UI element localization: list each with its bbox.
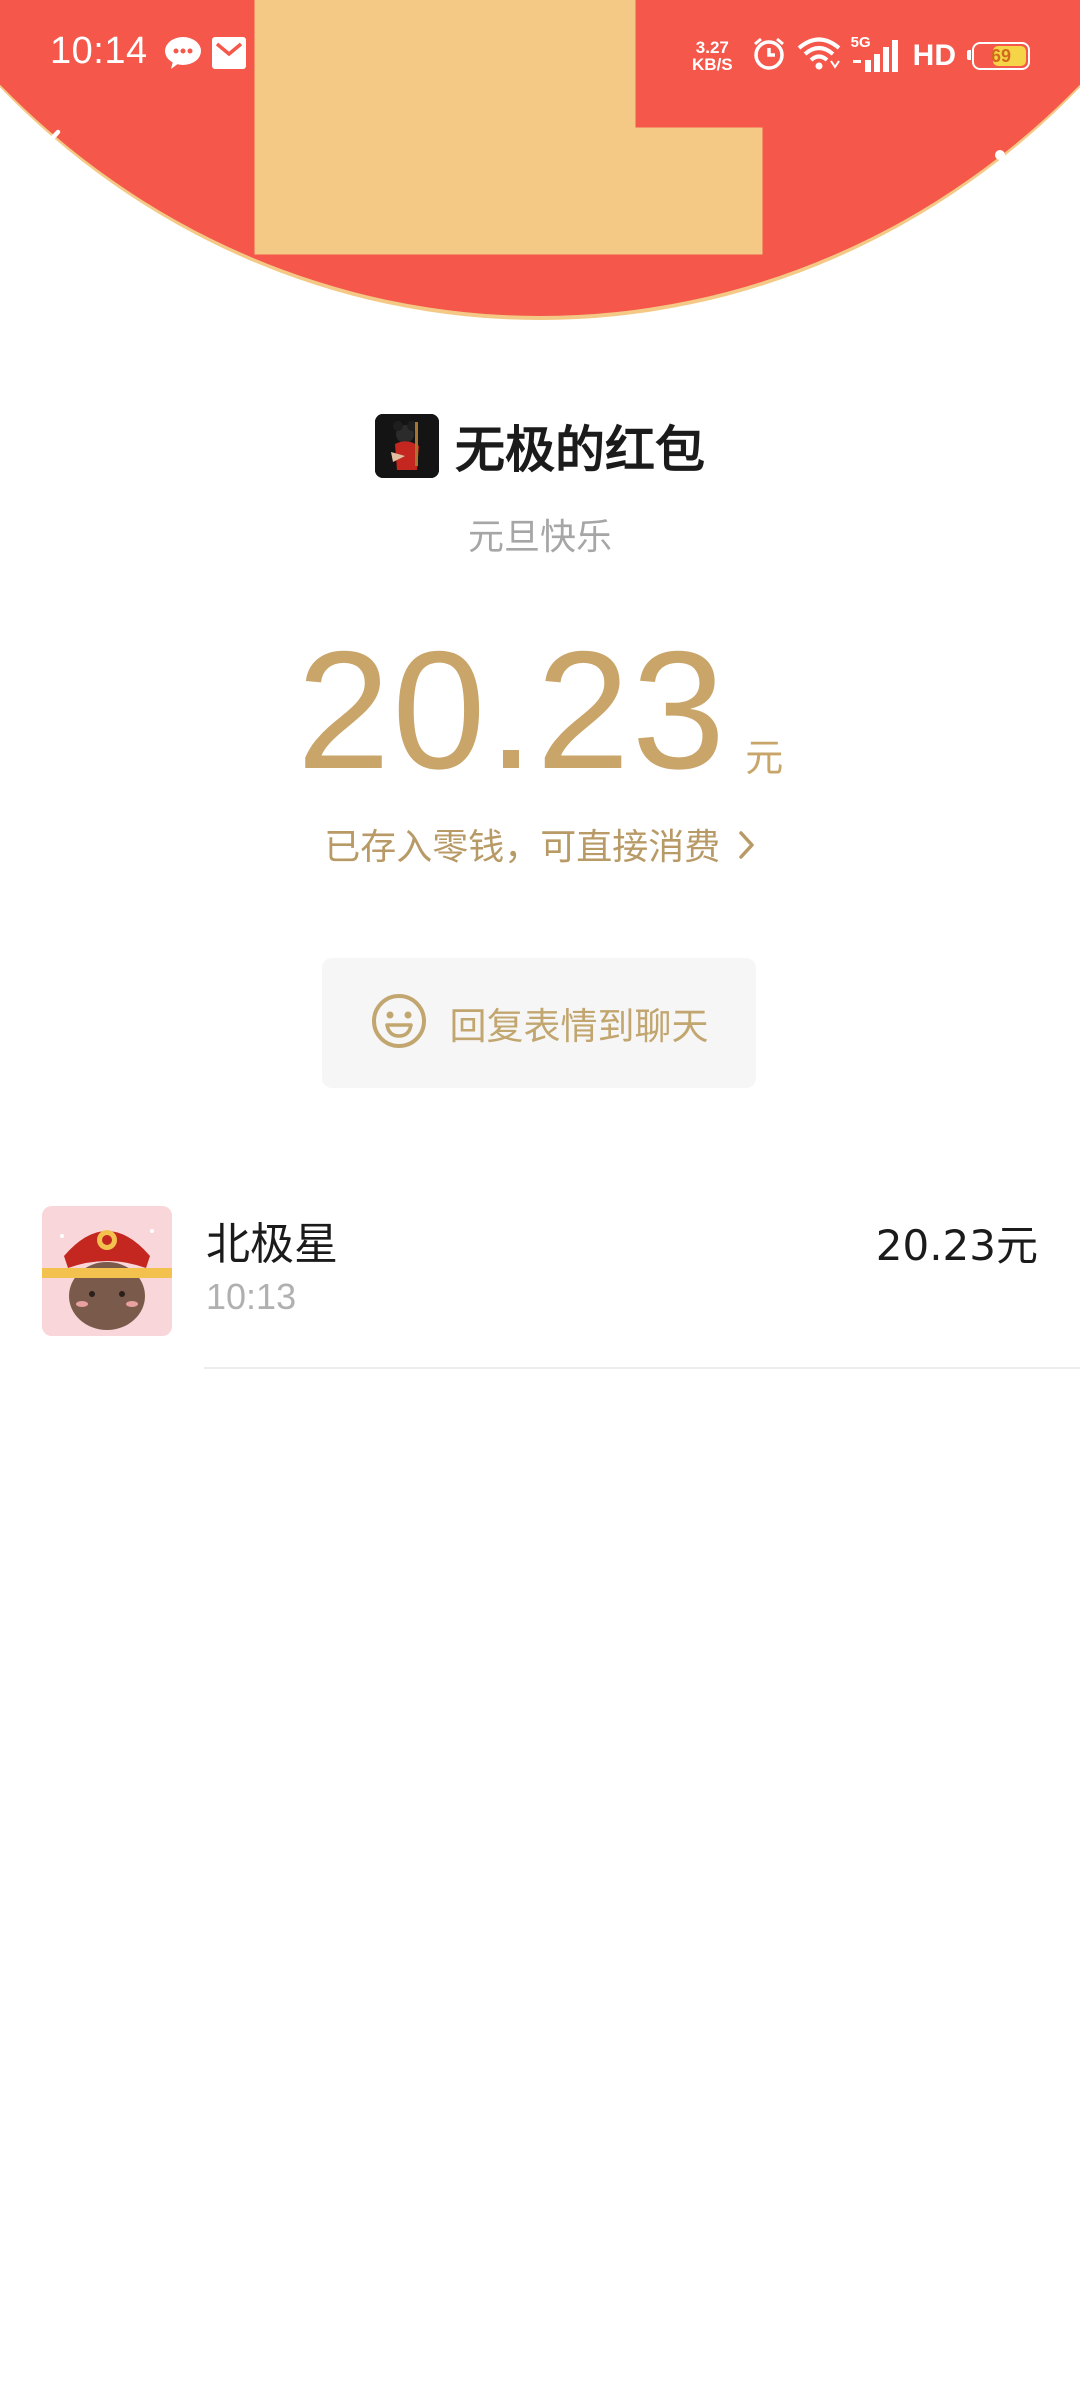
receiver-time: 10:13 [206, 1276, 297, 1317]
amount-unit: 元 [745, 736, 784, 780]
hd-label: HD [912, 39, 956, 72]
divider [204, 1367, 1080, 1369]
status-bar: 10:14 3.27 KB/S 5G HD 69 [0, 0, 1080, 110]
more-dots-icon [990, 150, 1050, 174]
receiver-amount: 20.23元 [875, 1221, 1038, 1270]
net-speed-value: 3.27 [695, 38, 729, 57]
status-icons: 3.27 KB/S 5G HD 69 [692, 32, 1030, 80]
mail-icon [212, 36, 246, 74]
chevron-right-icon [736, 828, 756, 871]
sender-name: 无极的红包 [455, 421, 705, 479]
wifi-icon [797, 37, 841, 75]
more-button[interactable] [990, 140, 1050, 170]
reply-sticker-button[interactable]: 回复表情到聊天 [322, 958, 756, 1088]
amount-value: 20.23 [296, 616, 728, 804]
greeting-text: 元旦快乐 [467, 517, 612, 558]
smiley-icon [370, 992, 428, 1054]
back-button[interactable] [28, 126, 68, 186]
reply-label: 回复表情到聊天 [449, 1005, 709, 1048]
battery-level: 69 [990, 45, 1012, 66]
wechat-icon [164, 36, 202, 74]
battery-icon: 69 [967, 42, 1030, 70]
chevron-left-icon [28, 129, 68, 190]
receiver-name: 北极星 [206, 1219, 338, 1270]
battery-tip [967, 50, 971, 60]
sender-avatar[interactable] [375, 414, 439, 478]
amount-row: 20.23 元 [0, 616, 1080, 804]
alarm-icon [751, 36, 787, 76]
sender-row: 无极的红包 [0, 406, 1080, 486]
status-time: 10:14 [50, 30, 148, 72]
net-speed-unit: KB/S [692, 55, 733, 74]
signal-icon: 5G [851, 34, 901, 74]
receiver-avatar[interactable] [42, 1206, 172, 1336]
net-speed: 3.27 KB/S [692, 39, 733, 73]
stored-text: 已存入零钱，可直接消费 [324, 827, 721, 868]
stored-to-change-link[interactable]: 已存入零钱，可直接消费 [0, 818, 1080, 871]
list-item[interactable]: 北极星 10:13 20.23元 [0, 1194, 1080, 1370]
